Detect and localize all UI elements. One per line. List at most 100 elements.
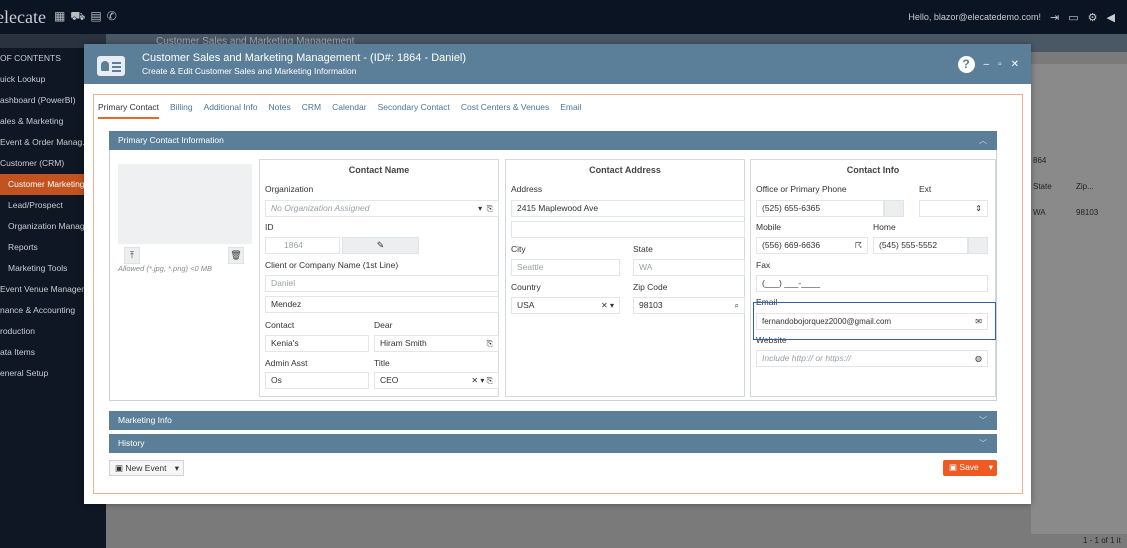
country-select[interactable]: USA ✕ ▾ <box>511 297 620 314</box>
photo-note: Allowed (*.jpg, *.png) <0 MB <box>118 264 213 273</box>
save-icon: ▣ <box>949 462 960 472</box>
office-phone-label: Office or Primary Phone <box>756 184 847 194</box>
tab-primary-contact[interactable]: Primary Contact <box>98 102 159 119</box>
tab-billing[interactable]: Billing <box>170 102 193 119</box>
tab-cost-centers[interactable]: Cost Centers & Venues <box>461 102 549 119</box>
title-label: Title <box>374 358 390 368</box>
minimize-icon[interactable]: – <box>984 59 990 70</box>
state-label: State <box>633 244 653 254</box>
pager-info: 1 - 1 of 1 it <box>1083 536 1121 545</box>
table-icon[interactable]: ▤ <box>90 9 101 25</box>
dropdown-arrow-icon[interactable]: ▾ ⎘ <box>478 201 493 216</box>
home-phone-action[interactable] <box>968 237 988 254</box>
filter-value: 864 <box>1033 156 1047 165</box>
contact-label: Contact <box>265 320 295 330</box>
megaphone-icon[interactable]: ◀ <box>1107 11 1115 24</box>
edit-pencil-icon[interactable]: ✎ <box>342 237 419 254</box>
dear-field[interactable]: Hiram Smith ⎘ <box>374 335 499 352</box>
client-name-field[interactable]: Daniel <box>265 275 499 292</box>
tab-crm[interactable]: CRM <box>302 102 321 119</box>
new-event-button[interactable]: ▣ New Event ▾ <box>109 460 184 476</box>
marketing-info-title: Marketing Info <box>118 415 172 425</box>
organization-select[interactable]: No Organization Assigned ▾ ⎘ <box>265 200 499 217</box>
contact-address-column: Contact Address <box>505 159 745 397</box>
office-phone-field[interactable]: (525) 655-6365 <box>756 200 884 217</box>
mobile-field[interactable]: (556) 669-6636 ☈ <box>756 237 868 254</box>
column-header-zip[interactable]: Zip... <box>1076 182 1094 191</box>
contact-card-icon <box>97 56 125 76</box>
home-field[interactable]: (545) 555-5552 <box>873 237 968 254</box>
tab-calendar[interactable]: Calendar <box>332 102 367 119</box>
folder-icon[interactable]: ▭ <box>1068 11 1078 24</box>
organization-placeholder: No Organization Assigned <box>271 203 370 213</box>
clear-dropdown-copy-icons[interactable]: ✕ ▾ ⎘ <box>471 373 493 388</box>
dropdown-arrow-icon[interactable]: ▾ <box>175 461 179 475</box>
upload-icon[interactable]: ⤒ <box>124 247 140 264</box>
search-icon[interactable]: ⌕ <box>735 298 739 313</box>
contact-field[interactable]: Kenia's <box>265 335 369 352</box>
clear-dropdown-icons[interactable]: ✕ ▾ <box>601 298 614 313</box>
organization-label: Organization <box>265 184 314 194</box>
history-title: History <box>118 438 145 448</box>
greeting-text: Hello, blazor@elecatedemo.com! <box>908 12 1042 22</box>
country-label: Country <box>511 282 541 292</box>
globe-icon[interactable]: ◍ <box>975 351 982 366</box>
tab-email[interactable]: Email <box>560 102 581 119</box>
truck-icon[interactable]: ⛟ <box>70 9 85 25</box>
dear-value: Hiram Smith <box>380 338 427 348</box>
address-field[interactable]: 2415 Maplewood Ave <box>511 200 745 217</box>
section-header-history[interactable]: History ﹀ <box>109 434 997 453</box>
chevron-up-icon[interactable]: ︿ <box>979 131 987 150</box>
chevron-down-icon[interactable]: ﹀ <box>979 411 987 430</box>
admin-asst-field[interactable]: Os <box>265 372 369 389</box>
dropdown-arrow-icon[interactable]: ▾ <box>989 460 993 474</box>
title-select[interactable]: CEO ✕ ▾ ⎘ <box>374 372 499 389</box>
city-label: City <box>511 244 526 254</box>
office-phone-action[interactable] <box>884 200 904 217</box>
client-label: Client or Company Name (1st Line) <box>265 260 399 270</box>
save-button[interactable]: ▣ Save ▾ <box>943 460 997 476</box>
address-line2-field[interactable] <box>511 221 745 238</box>
dear-label: Dear <box>374 320 393 330</box>
brand-logo: elecate <box>0 6 46 27</box>
state-field[interactable]: WA <box>633 259 745 276</box>
admin-asst-label: Admin Asst <box>265 358 308 368</box>
close-icon[interactable]: ✕ <box>1011 59 1019 70</box>
dialog-header: Customer Sales and Marketing Management … <box>84 44 1031 84</box>
last-name-field[interactable]: Mendez <box>265 296 499 313</box>
phone-icon[interactable]: ✆ <box>107 9 117 25</box>
zip-value: 98103 <box>639 300 663 310</box>
id-label: ID <box>265 222 274 232</box>
section-header-marketing-info[interactable]: Marketing Info ﹀ <box>109 411 997 430</box>
stepper-arrows-icon[interactable]: ⇕ <box>975 201 982 216</box>
logout-icon[interactable]: ⇥ <box>1050 11 1059 24</box>
maximize-icon[interactable]: ▫ <box>998 59 1002 70</box>
copy-icon[interactable]: ⎘ <box>487 336 493 351</box>
help-icon[interactable]: ? <box>957 56 975 73</box>
contact-address-title: Contact Address <box>589 165 661 175</box>
rss-icon[interactable]: ☈ <box>855 238 862 253</box>
title-value: CEO <box>380 375 399 385</box>
fax-field[interactable]: (___) ___-____ <box>756 275 988 292</box>
tab-additional-info[interactable]: Additional Info <box>204 102 258 119</box>
cell-state: WA <box>1033 208 1046 217</box>
ext-label: Ext <box>919 184 932 194</box>
cell-zip: 98103 <box>1076 208 1099 217</box>
id-field: 1864 <box>265 237 340 254</box>
website-field[interactable]: Include http:// or https:// ◍ <box>756 350 988 367</box>
fax-label: Fax <box>756 260 771 270</box>
contact-info-title: Contact Info <box>846 165 900 175</box>
trash-icon[interactable]: 🗑 <box>228 247 244 264</box>
zip-field[interactable]: 98103 ⌕ <box>633 297 745 314</box>
top-bar: elecate ▦ ⛟ ▤ ✆ Hello, blazor@elecatedem… <box>0 0 1127 34</box>
tab-notes[interactable]: Notes <box>269 102 291 119</box>
calendar-icon[interactable]: ▦ <box>54 9 65 25</box>
column-header-state[interactable]: State <box>1033 182 1052 191</box>
tab-bar: Primary Contact Billing Additional Info … <box>98 102 582 119</box>
ext-stepper[interactable]: ⇕ <box>919 200 988 217</box>
gear-icon[interactable]: ⚙ <box>1088 11 1098 24</box>
section-header-primary-contact[interactable]: Primary Contact Information ︿ <box>109 131 997 150</box>
city-field[interactable]: Seattle <box>511 259 620 276</box>
tab-secondary-contact[interactable]: Secondary Contact <box>378 102 450 119</box>
chevron-down-icon[interactable]: ﹀ <box>979 434 987 453</box>
